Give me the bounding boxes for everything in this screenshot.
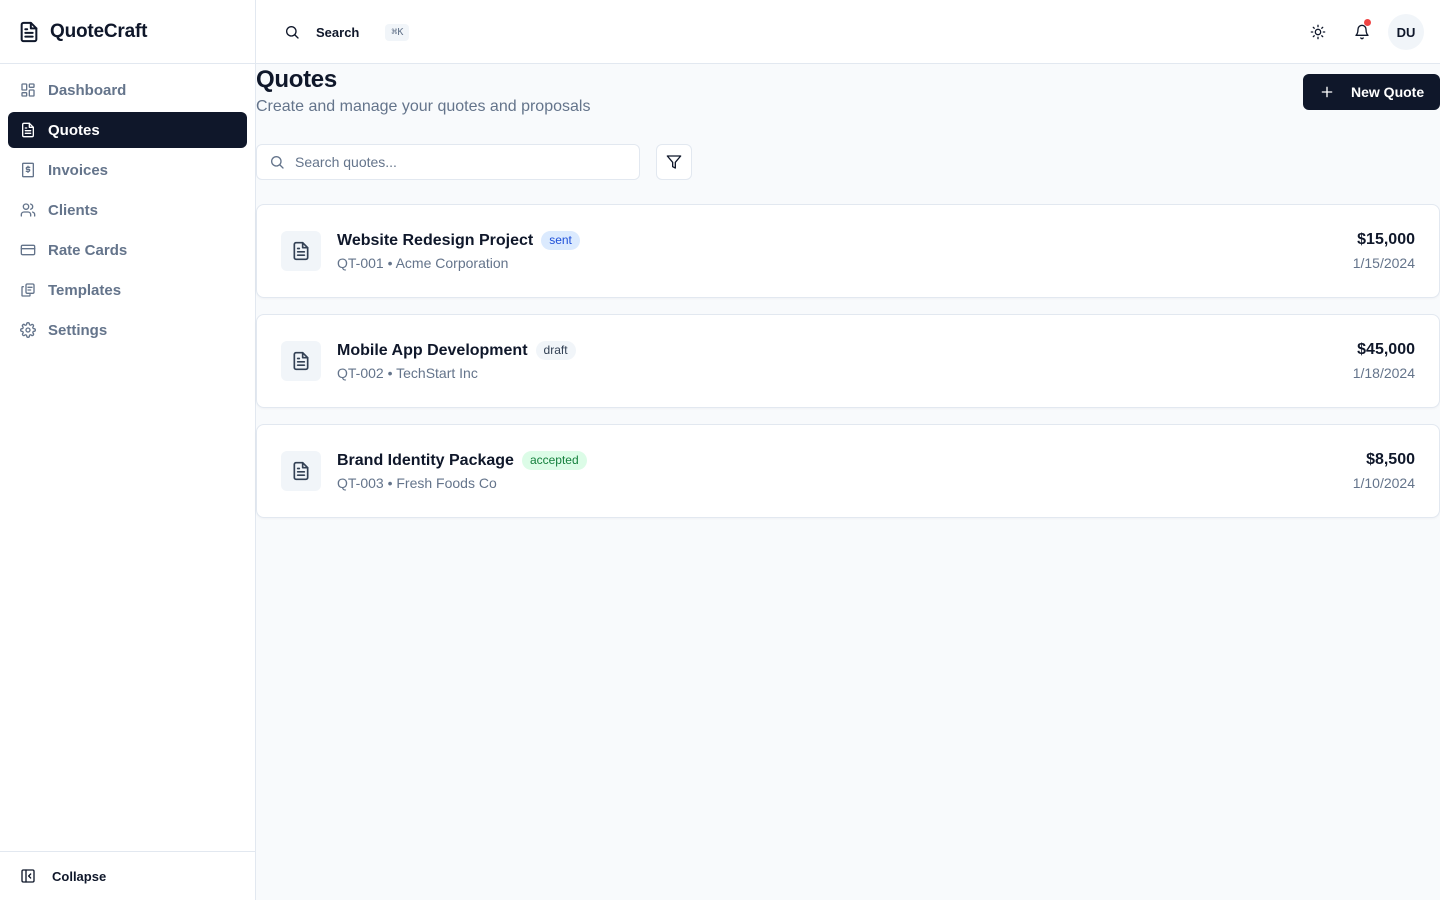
quote-date: 1/15/2024 (1352, 255, 1415, 271)
quote-search-field (256, 144, 640, 180)
collapse-button[interactable]: Collapse (0, 851, 255, 900)
search-icon (269, 154, 285, 170)
gear-icon (20, 322, 36, 338)
top-header: Search ⌘K DU (256, 0, 1440, 64)
header-actions: DU (1300, 14, 1424, 50)
sidebar-item-quotes[interactable]: Quotes (8, 112, 247, 148)
sidebar-item-label: Dashboard (48, 81, 127, 99)
sidebar-item-invoices[interactable]: Invoices (8, 152, 247, 188)
quote-amount: $45,000 (1357, 341, 1415, 358)
quote-amount: $15,000 (1357, 231, 1415, 248)
quote-meta: QT-001 • Acme Corporation (337, 255, 509, 271)
main-content: Quotes Create and manage your quotes and… (256, 64, 1440, 900)
quote-meta: QT-002 • TechStart Inc (337, 365, 478, 381)
status-badge: draft (535, 341, 576, 360)
sidebar-item-clients[interactable]: Clients (8, 192, 247, 228)
new-quote-button[interactable]: New Quote (1303, 74, 1440, 110)
sidebar-item-label: Templates (48, 281, 122, 299)
quote-card[interactable]: Website Redesign Project sent QT-001 • A… (256, 204, 1440, 298)
quote-date: 1/10/2024 (1352, 475, 1415, 491)
quote-list: Website Redesign Project sent QT-001 • A… (256, 204, 1440, 534)
quote-title: Mobile App Development (337, 341, 528, 359)
notifications-button[interactable] (1344, 14, 1380, 50)
keyboard-shortcut-badge: ⌘K (385, 23, 410, 41)
quote-title-row: Brand Identity Package accepted (337, 451, 587, 470)
filter-icon (666, 154, 682, 170)
file-text-icon (291, 241, 311, 261)
page-subtitle: Create and manage your quotes and propos… (256, 98, 591, 115)
brand[interactable]: QuoteCraft (0, 0, 255, 64)
quote-meta: QT-003 • Fresh Foods Co (337, 475, 497, 491)
sidebar-item-label: Rate Cards (48, 241, 128, 259)
quote-card[interactable]: Mobile App Development draft QT-002 • Te… (256, 314, 1440, 408)
panel-left-collapse-icon (20, 868, 36, 884)
quote-title: Brand Identity Package (337, 451, 514, 469)
quote-title: Website Redesign Project (337, 231, 534, 249)
collapse-label: Collapse (52, 868, 107, 884)
copy-icon (20, 282, 36, 298)
file-text-logo-icon (18, 21, 40, 43)
file-text-icon (20, 122, 36, 138)
plus-icon (1319, 84, 1335, 100)
theme-toggle-button[interactable] (1300, 14, 1336, 50)
app-name: QuoteCraft (50, 20, 148, 42)
status-badge: sent (541, 231, 580, 250)
layout-dashboard-icon (20, 82, 36, 98)
sidebar-item-label: Settings (48, 321, 108, 339)
sidebar-item-settings[interactable]: Settings (8, 312, 247, 348)
sidebar-nav: Dashboard Quotes Invoices Clients Rate C… (0, 64, 255, 360)
page-title: Quotes (256, 66, 337, 93)
document-icon-tile (281, 231, 321, 271)
document-icon-tile (281, 341, 321, 381)
quote-date: 1/18/2024 (1352, 365, 1415, 381)
sidebar-item-label: Clients (48, 201, 99, 219)
sidebar-item-label: Invoices (48, 161, 109, 179)
status-badge: accepted (521, 451, 587, 470)
notification-dot (1364, 19, 1371, 26)
sidebar-item-rate-cards[interactable]: Rate Cards (8, 232, 247, 268)
quote-title-row: Website Redesign Project sent (337, 231, 580, 250)
quote-card[interactable]: Brand Identity Package accepted QT-003 •… (256, 424, 1440, 518)
sidebar-item-dashboard[interactable]: Dashboard (8, 72, 247, 108)
search-label: Search (316, 24, 360, 40)
quote-amount: $8,500 (1366, 451, 1415, 468)
sidebar-item-label: Quotes (48, 121, 100, 139)
file-text-icon (291, 461, 311, 481)
document-icon-tile (281, 451, 321, 491)
new-quote-label: New Quote (1351, 84, 1425, 100)
global-search-button[interactable]: Search ⌘K (284, 22, 410, 42)
users-icon (20, 202, 36, 218)
user-avatar[interactable]: DU (1388, 14, 1424, 50)
sidebar: QuoteCraft Dashboard Quotes Invoices Cli… (0, 0, 256, 900)
filter-button[interactable] (656, 144, 692, 180)
file-text-icon (291, 351, 311, 371)
sidebar-item-templates[interactable]: Templates (8, 272, 247, 308)
credit-card-icon (20, 242, 36, 258)
receipt-icon (20, 162, 36, 178)
quote-search-input[interactable] (295, 154, 615, 170)
bell-icon (1354, 24, 1370, 40)
sun-icon (1310, 24, 1326, 40)
quote-title-row: Mobile App Development draft (337, 341, 576, 360)
search-icon (284, 24, 300, 40)
